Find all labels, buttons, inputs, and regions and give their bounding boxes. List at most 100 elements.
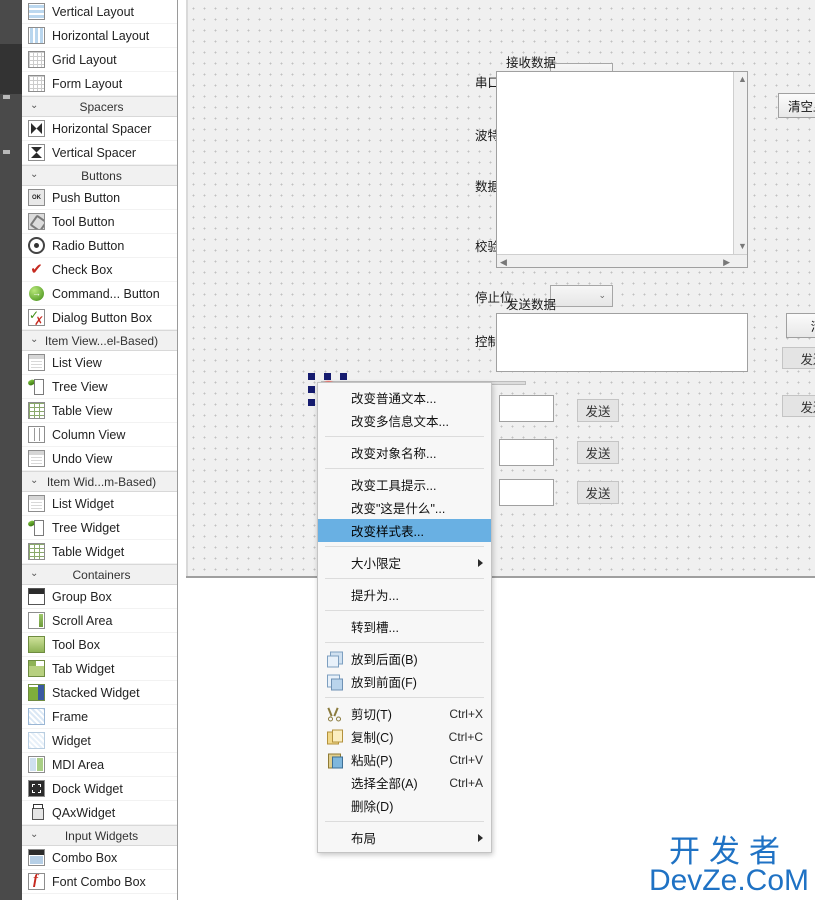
widget-box-group-20[interactable]: ⌄ Item Wid...m-Based) <box>22 471 177 492</box>
clear-display-button[interactable]: 清空显示 <box>778 93 815 118</box>
menu-item-22[interactable]: 删除(D) <box>318 794 491 817</box>
selection-handle-sw[interactable] <box>308 399 315 406</box>
widget-box-group-35[interactable]: ⌄ Input Widgets <box>22 825 177 846</box>
widget-box-item-31[interactable]: Widget <box>22 729 177 753</box>
menu-item-15[interactable]: 放到后面(B) <box>318 647 491 670</box>
vertical-layout-icon <box>28 3 45 20</box>
menu-item-19[interactable]: 复制(C) Ctrl+C <box>318 725 491 748</box>
scroll-up-icon[interactable]: ▲ <box>738 75 747 84</box>
widget-box-item-18[interactable]: Column View <box>22 423 177 447</box>
receive-data-textarea[interactable]: ▲ ▼ ◀ ▶ <box>496 71 748 268</box>
widget-box-item-13[interactable]: Dialog Button Box <box>22 306 177 330</box>
widget-box-item-36[interactable]: Combo Box <box>22 846 177 870</box>
menu-item-1[interactable]: 改变多信息文本... <box>318 409 491 432</box>
widget-box-item-26[interactable]: Scroll Area <box>22 609 177 633</box>
selection-handle-w[interactable] <box>308 386 315 393</box>
widget-box-item-2[interactable]: Grid Layout <box>22 48 177 72</box>
widget-box-item-label: Horizontal Layout <box>52 28 150 43</box>
widget-box-item-19[interactable]: Undo View <box>22 447 177 471</box>
widget-box-item-label: Undo View <box>52 451 113 466</box>
dock-widget-icon <box>28 780 45 797</box>
right-send-button-1[interactable]: 发送 <box>782 347 815 369</box>
menu-item-9[interactable]: 大小限定 <box>318 551 491 574</box>
selection-handle-nw[interactable] <box>308 373 315 380</box>
widget-box-item-37[interactable]: Font Combo Box <box>22 870 177 894</box>
widget-box-item-12[interactable]: Command... Button <box>22 282 177 306</box>
widget-box-item-3[interactable]: Form Layout <box>22 72 177 96</box>
widget-box-item-29[interactable]: Stacked Widget <box>22 681 177 705</box>
widget-box-item-33[interactable]: Dock Widget <box>22 777 177 801</box>
receive-vertical-scrollbar[interactable]: ▲ ▼ <box>733 72 747 254</box>
menu-item-21[interactable]: 选择全部(A) Ctrl+A <box>318 771 491 794</box>
widget-box-item-16[interactable]: Tree View <box>22 375 177 399</box>
menu-item-11[interactable]: 提升为... <box>318 583 491 606</box>
widget-box-item-label: Tab Widget <box>52 661 115 676</box>
frame-icon <box>28 708 45 725</box>
send-button-2[interactable]: 发送 <box>577 441 619 464</box>
widget-box-item-17[interactable]: Table View <box>22 399 177 423</box>
clear-button[interactable]: 清 <box>786 313 815 338</box>
menu-item-13[interactable]: 转到槽... <box>318 615 491 638</box>
widget-box-item-30[interactable]: Frame <box>22 705 177 729</box>
send-line-edit-3[interactable] <box>499 479 554 506</box>
widget-box-item-9[interactable]: Tool Button <box>22 210 177 234</box>
widget-box-panel[interactable]: Vertical Layout Horizontal Layout Grid Lay… <box>22 0 178 900</box>
widget-box-item-11[interactable]: ✔ Check Box <box>22 258 177 282</box>
widget-context-menu[interactable]: 改变普通文本... 改变多信息文本... 改变对象名称... 改变工具提示... 改变"… <box>317 382 492 853</box>
widget-box-item-0[interactable]: Vertical Layout <box>22 0 177 24</box>
widget-box-item-15[interactable]: List View <box>22 351 177 375</box>
scroll-right-icon[interactable]: ▶ <box>723 258 730 267</box>
tool-box-icon <box>28 636 45 653</box>
menu-item-24[interactable]: 布局 <box>318 826 491 849</box>
selection-handle-ne[interactable] <box>340 373 347 380</box>
menu-item-3[interactable]: 改变对象名称... <box>318 441 491 464</box>
widget-box-item-22[interactable]: Tree Widget <box>22 516 177 540</box>
widget-box-item-8[interactable]: OK Push Button <box>22 186 177 210</box>
push-button-icon: OK <box>28 189 45 206</box>
widget-box-group-14[interactable]: ⌄ Item View...el-Based) <box>22 330 177 351</box>
widget-box-item-1[interactable]: Horizontal Layout <box>22 24 177 48</box>
widget-box-item-25[interactable]: Group Box <box>22 585 177 609</box>
menu-item-7[interactable]: 改变样式表... <box>318 519 491 542</box>
rail-tick <box>3 95 10 99</box>
chevron-down-icon: ⌄ <box>30 474 39 486</box>
form-design-surface[interactable]: 串口波特率数据位校验位停止位控制流 ⌄⌄⌄⌄⌄⌄ 接收数据 ▲ ▼ ◀ ▶ 发送… <box>186 0 815 578</box>
right-send-button-2[interactable]: 发送 <box>782 395 815 417</box>
widget-box-group-4[interactable]: ⌄ Spacers <box>22 96 177 117</box>
widget-box-item-10[interactable]: Radio Button <box>22 234 177 258</box>
menu-item-16[interactable]: 放到前面(F) <box>318 670 491 693</box>
widget-icon <box>28 732 45 749</box>
receive-horizontal-scrollbar[interactable]: ◀ ▶ <box>497 254 747 267</box>
send-line-edit-1[interactable] <box>499 395 554 422</box>
rail-dark-block <box>0 44 22 94</box>
widget-box-item-32[interactable]: MDI Area <box>22 753 177 777</box>
menu-item-6[interactable]: 改变"这是什么"... <box>318 496 491 519</box>
form-combo-box-4[interactable]: ⌄ <box>550 285 613 307</box>
widget-box-group-7[interactable]: ⌄ Buttons <box>22 165 177 186</box>
widget-box-item-27[interactable]: Tool Box <box>22 633 177 657</box>
widget-box-item-23[interactable]: Table Widget <box>22 540 177 564</box>
horizontal-layout-icon <box>28 27 45 44</box>
selection-handle-n[interactable] <box>324 373 331 380</box>
widget-box-item-label: Frame <box>52 709 89 724</box>
scroll-down-icon[interactable]: ▼ <box>738 242 747 251</box>
menu-item-5[interactable]: 改变工具提示... <box>318 473 491 496</box>
send-button-3[interactable]: 发送 <box>577 481 619 504</box>
scroll-left-icon[interactable]: ◀ <box>500 258 507 267</box>
send-button-1[interactable]: 发送 <box>577 399 619 422</box>
menu-item-18[interactable]: 剪切(T) Ctrl+X <box>318 702 491 725</box>
menu-item-20[interactable]: 粘贴(P) Ctrl+V <box>318 748 491 771</box>
send-line-edit-2[interactable] <box>499 439 554 466</box>
widget-box-item-6[interactable]: Vertical Spacer <box>22 141 177 165</box>
widget-box-item-21[interactable]: List Widget <box>22 492 177 516</box>
group-box-icon <box>28 588 45 605</box>
qax-widget-icon <box>28 804 45 821</box>
widget-box-item-28[interactable]: Tab Widget <box>22 657 177 681</box>
widget-box-item-34[interactable]: QAxWidget <box>22 801 177 825</box>
tree-widget-icon <box>28 519 45 536</box>
send-data-textarea[interactable] <box>496 313 748 372</box>
widget-box-item-5[interactable]: Horizontal Spacer <box>22 117 177 141</box>
menu-item-0[interactable]: 改变普通文本... <box>318 386 491 409</box>
widget-box-item-label: List View <box>52 355 102 370</box>
widget-box-group-24[interactable]: ⌄ Containers <box>22 564 177 585</box>
